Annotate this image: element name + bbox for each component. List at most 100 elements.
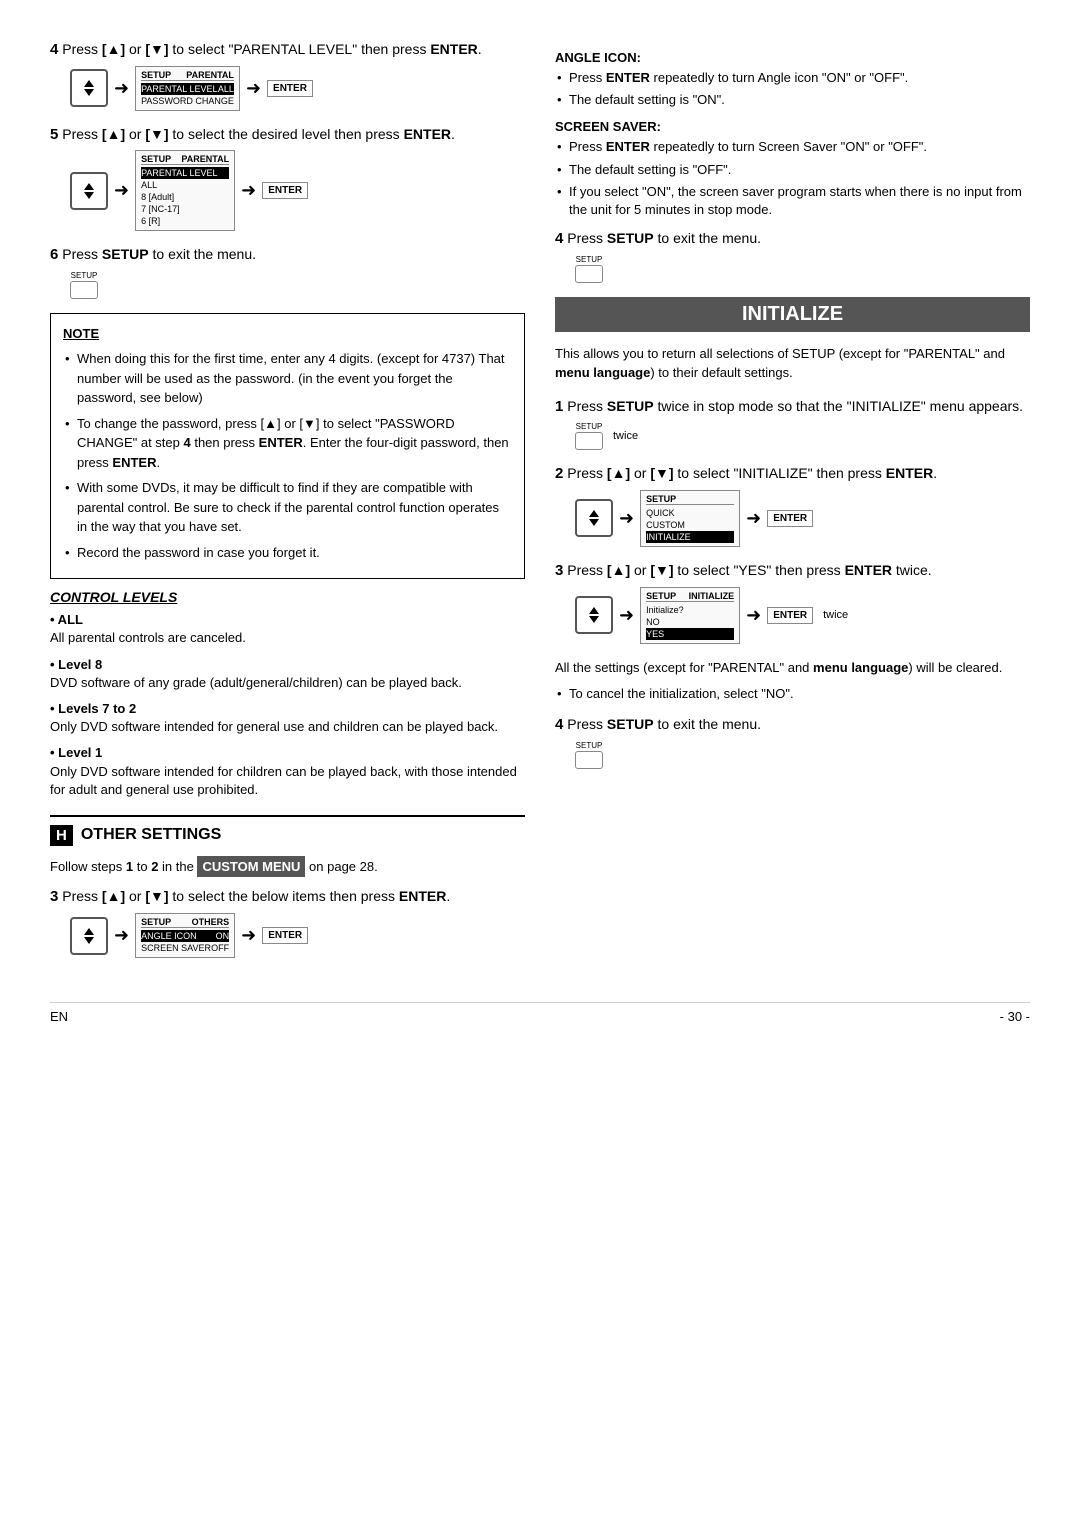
enter-button-label-5: ENTER [262, 182, 308, 199]
angle-icon-title: ANGLE ICON: [555, 50, 1030, 65]
screen-row-adult: 8 [Adult] [141, 191, 229, 203]
level-7to2: • Levels 7 to 2 Only DVD software intend… [50, 700, 525, 736]
remote-control-icon [70, 69, 108, 107]
arrow-up-icon-5 [84, 183, 94, 190]
init-step-3-info: All the settings (except for "PARENTAL" … [555, 658, 1030, 678]
row-label: 8 [Adult] [141, 192, 174, 202]
screen-saver-item-1: Press ENTER repeatedly to turn Screen Sa… [555, 138, 1030, 156]
angle-icon-section: ANGLE ICON: Press ENTER repeatedly to tu… [555, 50, 1030, 109]
note-item-4: Record the password in case you forget i… [63, 543, 512, 563]
angle-icon-list: Press ENTER repeatedly to turn Angle ico… [555, 69, 1030, 109]
level-1-label: • Level 1 [50, 745, 102, 760]
screen-saver-list: Press ENTER repeatedly to turn Screen Sa… [555, 138, 1030, 219]
note-item-2: To change the password, press [▲] or [▼]… [63, 414, 512, 473]
arrow-right-icon-3ob: ➜ [241, 925, 256, 946]
setup-button-icon-i1: SETUP [575, 422, 603, 450]
init-screen-title: SETUP [646, 494, 734, 505]
init-row-custom: CUSTOM [646, 519, 734, 531]
others-title-right: OTHERS [192, 917, 230, 927]
screen-row-r: 6 [R] [141, 215, 229, 227]
page-layout: 4 Press [▲] or [▼] to select "PARENTAL L… [50, 40, 1030, 972]
level-all: • ALL All parental controls are canceled… [50, 611, 525, 647]
init-row-initialize: INITIALIZE [646, 531, 734, 543]
arrow-down-icon [84, 89, 94, 96]
initialize-header: INITIALIZE [555, 297, 1030, 332]
others-screen-title: SETUP OTHERS [141, 917, 229, 928]
others-title-left: SETUP [141, 917, 171, 927]
level-1-desc: Only DVD software intended for children … [50, 764, 517, 797]
arrow-right-icon-i2b: ➜ [746, 508, 761, 529]
arrow-down-icon-i3 [589, 616, 599, 623]
step-4-exit-number: 4 [555, 230, 563, 247]
arrow-right-icon-i3b: ➜ [746, 605, 761, 626]
step-4: 4 Press [▲] or [▼] to select "PARENTAL L… [50, 40, 525, 111]
twice-label-1: twice [613, 430, 638, 442]
setup-rect [70, 281, 98, 299]
screen-row-password-change: PASSWORD CHANGE [141, 95, 234, 107]
row-label: Initialize? [646, 605, 684, 615]
others-angle-value: ON [216, 931, 230, 941]
init-step-4-diagram: SETUP [575, 741, 1030, 769]
others-ss-value: OFF [211, 943, 229, 953]
step-6-text: Press SETUP to exit the menu. [62, 246, 256, 262]
init-confirm-no: NO [646, 616, 734, 628]
step-3-other-number: 3 [50, 888, 58, 905]
screen-title-bar: SETUP PARENTAL [141, 70, 234, 81]
init-step-2-text: Press [▲] or [▼] to select "INITIALIZE" … [567, 465, 937, 481]
step-6: 6 Press SETUP to exit the menu. SETUP [50, 245, 525, 299]
step-3-other-diagram: ➜ SETUP OTHERS ANGLE ICON ON SCREEN SAVE… [70, 913, 525, 958]
setup-button-icon-4e: SETUP [575, 255, 603, 283]
arrow-right-icon-i2: ➜ [619, 508, 634, 529]
initialize-setup-screen: SETUP QUICK CUSTOM INITIALIZE [640, 490, 740, 547]
step-5-number: 5 [50, 126, 58, 143]
other-settings-header: H OTHER SETTINGS [50, 815, 525, 846]
level-8-label: • Level 8 [50, 657, 102, 672]
row-label: NO [646, 617, 660, 627]
note-list: When doing this for the first time, ente… [63, 349, 512, 562]
screen-title-left-5: SETUP [141, 154, 171, 164]
control-levels-section: CONTROL LEVELS • ALL All parental contro… [50, 589, 525, 799]
init-step-3: 3 Press [▲] or [▼] to select "YES" then … [555, 561, 1030, 644]
step-4-diagram: ➜ SETUP PARENTAL PARENTAL LEVEL ALL PASS… [70, 66, 525, 111]
init-step-2: 2 Press [▲] or [▼] to select "INITIALIZE… [555, 464, 1030, 547]
enter-button-label-i2: ENTER [767, 510, 813, 527]
level-7to2-label: • Levels 7 to 2 [50, 701, 136, 716]
others-screen: SETUP OTHERS ANGLE ICON ON SCREEN SAVER … [135, 913, 235, 958]
row-label: 7 [NC-17] [141, 204, 180, 214]
screen-row-all: ALL [141, 179, 229, 191]
enter-button-label-3o: ENTER [262, 927, 308, 944]
parental-level-screen-1: SETUP PARENTAL PARENTAL LEVEL ALL PASSWO… [135, 66, 240, 111]
step-6-diagram: SETUP [70, 271, 525, 299]
row-label: 6 [R] [141, 216, 160, 226]
other-settings-intro: Follow steps 1 to 2 in the CUSTOM MENU o… [50, 856, 525, 878]
other-settings-title: OTHER SETTINGS [81, 826, 221, 844]
init-cancel-item: To cancel the initialization, select "NO… [555, 685, 1030, 703]
step-5-diagram: ➜ SETUP PARENTAL PARENTAL LEVEL ALL 8 [A… [70, 150, 525, 231]
screen-saver-item-2: The default setting is "OFF". [555, 161, 1030, 179]
row-label: INITIALIZE [646, 532, 691, 542]
init-step-1-number: 1 [555, 398, 563, 415]
step-5: 5 Press [▲] or [▼] to select the desired… [50, 125, 525, 232]
others-angle-label: ANGLE ICON [141, 931, 197, 941]
angle-icon-item-2: The default setting is "ON". [555, 91, 1030, 109]
step-4-exit-text: Press SETUP to exit the menu. [567, 230, 761, 246]
setup-rect-i4 [575, 751, 603, 769]
screen-row-parental-level-2: PARENTAL LEVEL [141, 167, 229, 179]
setup-label: SETUP [71, 271, 98, 280]
footer-right: - 30 - [1000, 1009, 1030, 1024]
init-step-3-text: Press [▲] or [▼] to select "YES" then pr… [567, 562, 931, 578]
arrow-down-icon-5 [84, 192, 94, 199]
remote-control-icon-3o [70, 917, 108, 955]
arrow-down-icon-i2 [589, 519, 599, 526]
level-all-desc: All parental controls are canceled. [50, 630, 246, 645]
parental-level-screen-2: SETUP PARENTAL PARENTAL LEVEL ALL 8 [Adu… [135, 150, 235, 231]
init-step-2-diagram: ➜ SETUP QUICK CUSTOM INITIALIZE ➜ ENTER [575, 490, 1030, 547]
initialize-intro: This allows you to return all selections… [555, 344, 1030, 383]
level-1: • Level 1 Only DVD software intended for… [50, 744, 525, 799]
twice-label-3: twice [823, 609, 848, 621]
arrow-up-icon-3o [84, 928, 94, 935]
h-box-label: H [50, 825, 73, 846]
screen-title-right-5: PARENTAL [181, 154, 229, 164]
screen-saver-title: SCREEN SAVER: [555, 119, 1030, 134]
step-5-text: Press [▲] or [▼] to select the desired l… [62, 126, 455, 142]
